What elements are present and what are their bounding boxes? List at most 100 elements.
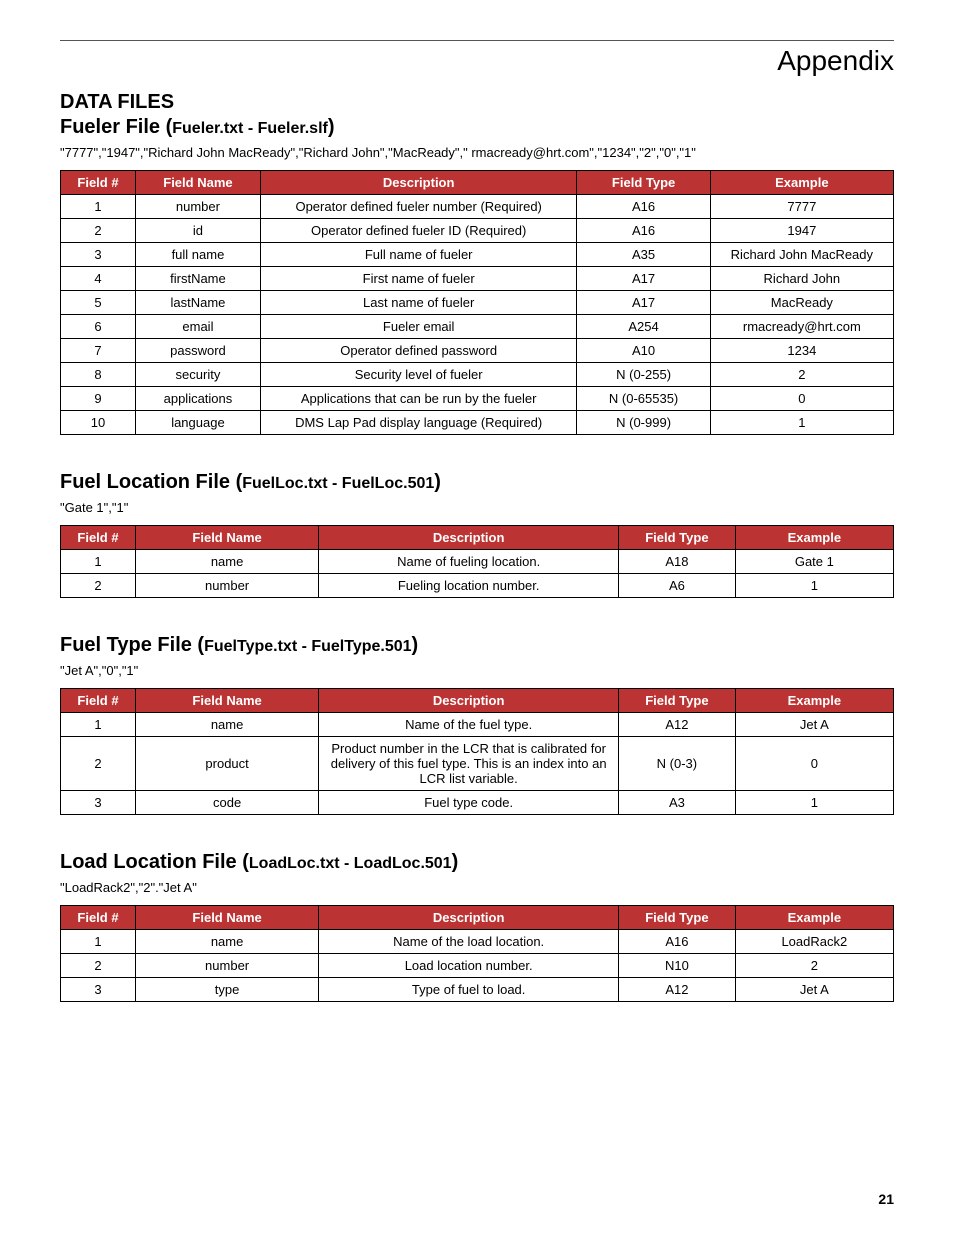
cell: security [135,363,260,387]
table-row: 1nameName of the load location.A16LoadRa… [61,930,894,954]
table-row: 6emailFueler emailA254rmacready@hrt.com [61,315,894,339]
section-title-main: Load Location File ( [60,851,249,873]
col-header: Field Name [135,526,318,550]
cell: full name [135,243,260,267]
col-header: Field Type [619,526,736,550]
cell: firstName [135,267,260,291]
section-title-close: ) [328,116,335,138]
col-header: Field Type [577,171,710,195]
section-block: Fueler File (Fueler.txt - Fueler.slf)"77… [60,116,894,435]
col-header: Field Type [619,906,736,930]
cell: 1 [710,411,893,435]
section-title-main: Fuel Type File ( [60,634,204,656]
cell: A17 [577,291,710,315]
cell: password [135,339,260,363]
cell: 1 [735,791,893,815]
data-files-heading: DATA FILES [60,91,894,114]
col-header: Description [319,689,619,713]
cell: Name of the load location. [319,930,619,954]
section-block: Fuel Type File (FuelType.txt - FuelType.… [60,634,894,815]
table-row: 7passwordOperator defined passwordA10123… [61,339,894,363]
table-row: 4firstNameFirst name of fuelerA17Richard… [61,267,894,291]
cell: name [135,713,318,737]
cell: A16 [577,195,710,219]
cell: N (0-3) [619,737,736,791]
cell: 1 [61,550,136,574]
cell: name [135,930,318,954]
table-header-row: Field #Field NameDescriptionField TypeEx… [61,526,894,550]
cell: 3 [61,978,136,1002]
cell: type [135,978,318,1002]
col-header: Description [319,526,619,550]
cell: applications [135,387,260,411]
cell: 4 [61,267,136,291]
cell: 9 [61,387,136,411]
spec-table: Field #Field NameDescriptionField TypeEx… [60,688,894,815]
cell: Applications that can be run by the fuel… [260,387,577,411]
col-header: Example [710,171,893,195]
cell: Load location number. [319,954,619,978]
col-header: Field # [61,171,136,195]
cell: 7777 [710,195,893,219]
cell: Jet A [735,713,893,737]
cell: 1 [61,195,136,219]
section-heading: Fuel Location File (FuelLoc.txt - FuelLo… [60,471,894,494]
cell: Richard John MacReady [710,243,893,267]
spec-table: Field #Field NameDescriptionField TypeEx… [60,525,894,598]
table-row: 1nameName of fueling location.A18Gate 1 [61,550,894,574]
col-header: Field Name [135,171,260,195]
col-header: Example [735,689,893,713]
cell: Operator defined fueler number (Required… [260,195,577,219]
cell: number [135,574,318,598]
cell: 1 [735,574,893,598]
cell: 3 [61,791,136,815]
cell: 2 [61,737,136,791]
section-heading: Fueler File (Fueler.txt - Fueler.slf) [60,116,894,139]
section-title-close: ) [434,471,441,493]
section-title-sub: Fueler.txt - Fueler.slf [172,120,328,137]
cell: DMS Lap Pad display language (Required) [260,411,577,435]
section-title-main: Fuel Location File ( [60,471,242,493]
cell: 1234 [710,339,893,363]
cell: Gate 1 [735,550,893,574]
table-row: 3typeType of fuel to load.A12Jet A [61,978,894,1002]
cell: language [135,411,260,435]
section-heading: Load Location File (LoadLoc.txt - LoadLo… [60,851,894,874]
cell: 2 [735,954,893,978]
section-title-main: Fueler File ( [60,116,172,138]
cell: Name of the fuel type. [319,713,619,737]
cell: 5 [61,291,136,315]
cell: N (0-65535) [577,387,710,411]
table-row: 9applicationsApplications that can be ru… [61,387,894,411]
cell: number [135,954,318,978]
col-header: Example [735,906,893,930]
cell: number [135,195,260,219]
cell: Type of fuel to load. [319,978,619,1002]
cell: Operator defined password [260,339,577,363]
cell: Fueling location number. [319,574,619,598]
cell: email [135,315,260,339]
example-line: "LoadRack2","2"."Jet A" [60,880,894,895]
cell: Last name of fueler [260,291,577,315]
cell: Security level of fueler [260,363,577,387]
table-row: 10languageDMS Lap Pad display language (… [61,411,894,435]
cell: id [135,219,260,243]
cell: Richard John [710,267,893,291]
cell: 0 [735,737,893,791]
cell: rmacready@hrt.com [710,315,893,339]
table-header-row: Field #Field NameDescriptionField TypeEx… [61,171,894,195]
cell: Jet A [735,978,893,1002]
cell: code [135,791,318,815]
cell: A16 [577,219,710,243]
col-header: Description [319,906,619,930]
page: Appendix DATA FILES Fueler File (Fueler.… [0,0,954,1235]
table-header-row: Field #Field NameDescriptionField TypeEx… [61,906,894,930]
header-rule [60,40,894,41]
cell: N (0-255) [577,363,710,387]
cell: 2 [710,363,893,387]
page-number: 21 [878,1191,894,1207]
col-header: Field Name [135,689,318,713]
cell: Operator defined fueler ID (Required) [260,219,577,243]
cell: A254 [577,315,710,339]
cell: 2 [61,219,136,243]
